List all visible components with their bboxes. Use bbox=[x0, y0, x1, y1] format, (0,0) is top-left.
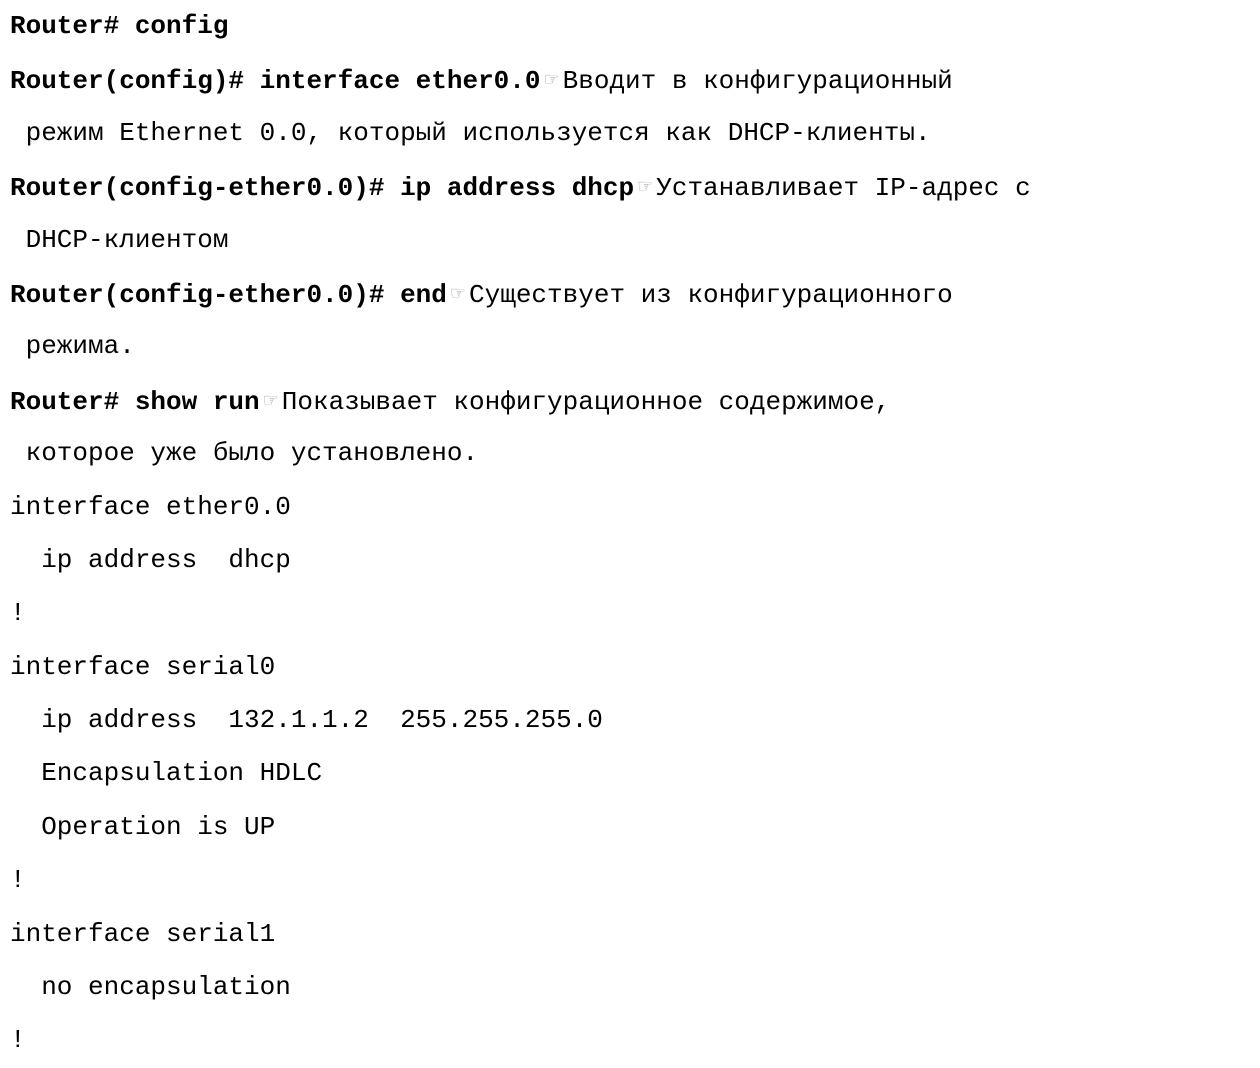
command-text: Router(config)# interface ether0.0 bbox=[10, 66, 541, 97]
command-line: Router# show run ☞ Показывает конфигурацио… bbox=[10, 374, 1255, 427]
note-continuation: DHCP-клиентом bbox=[10, 214, 1255, 267]
config-output-line: ip address 132.1.1.2 255.255.255.0 bbox=[10, 705, 603, 736]
command-note: которое уже было установлено. bbox=[10, 438, 479, 469]
note-continuation: режима. bbox=[10, 320, 1255, 373]
config-output-line: interface ether0.0 bbox=[10, 491, 291, 522]
command-note: режима. bbox=[10, 331, 135, 362]
pointing-hand-icon: ☞ bbox=[637, 176, 654, 198]
note-continuation: которое уже было установлено. bbox=[10, 427, 1255, 480]
note-continuation: режим Ethernet 0.0, который используется… bbox=[10, 107, 1255, 160]
command-note: Существует из конфигурационного bbox=[469, 279, 953, 310]
config-output-line: no encapsulation bbox=[10, 972, 291, 1003]
command-note: режим Ethernet 0.0, который используется… bbox=[10, 117, 931, 148]
command-note: Вводит в конфигурационный bbox=[562, 66, 953, 97]
command-line: Router(config-ether0.0)# ip address dhcp… bbox=[10, 160, 1255, 213]
command-note: Показывает конфигурационное содержимое, bbox=[281, 386, 891, 417]
command-note: Устанавливает IP-адрес с bbox=[656, 173, 1031, 204]
command-text: Router(config-ether0.0)# ip address dhcp bbox=[10, 173, 635, 204]
config-output-line: ! bbox=[10, 865, 26, 896]
config-output-line: interface serial0 bbox=[10, 651, 276, 682]
config-output-line: interface serial1 bbox=[10, 918, 276, 949]
command-note: DHCP-клиентом bbox=[10, 224, 229, 255]
command-text: Router# show run bbox=[10, 386, 260, 417]
pointing-hand-icon: ☞ bbox=[543, 69, 560, 91]
config-output-line: Operation is UP bbox=[10, 811, 276, 842]
command-text: Router(config-ether0.0)# end bbox=[10, 279, 447, 310]
command-line: Router# config bbox=[10, 0, 1255, 53]
pointing-hand-icon: ☞ bbox=[262, 389, 279, 411]
command-line: Router(config-ether0.0)# end ☞ Существует … bbox=[10, 267, 1255, 320]
command-line: Router(config)# interface ether0.0 ☞ Вводи… bbox=[10, 53, 1255, 106]
pointing-hand-icon: ☞ bbox=[449, 282, 467, 304]
config-output-line: Encapsulation HDLC bbox=[10, 758, 323, 789]
config-document: Router# config Router(config)# interface… bbox=[10, 0, 1255, 1068]
config-output-line: ip address dhcp bbox=[10, 544, 291, 575]
config-output-line: ! bbox=[10, 598, 26, 629]
config-output-line: ! bbox=[10, 1025, 26, 1056]
command-text: Router# config bbox=[10, 11, 229, 41]
